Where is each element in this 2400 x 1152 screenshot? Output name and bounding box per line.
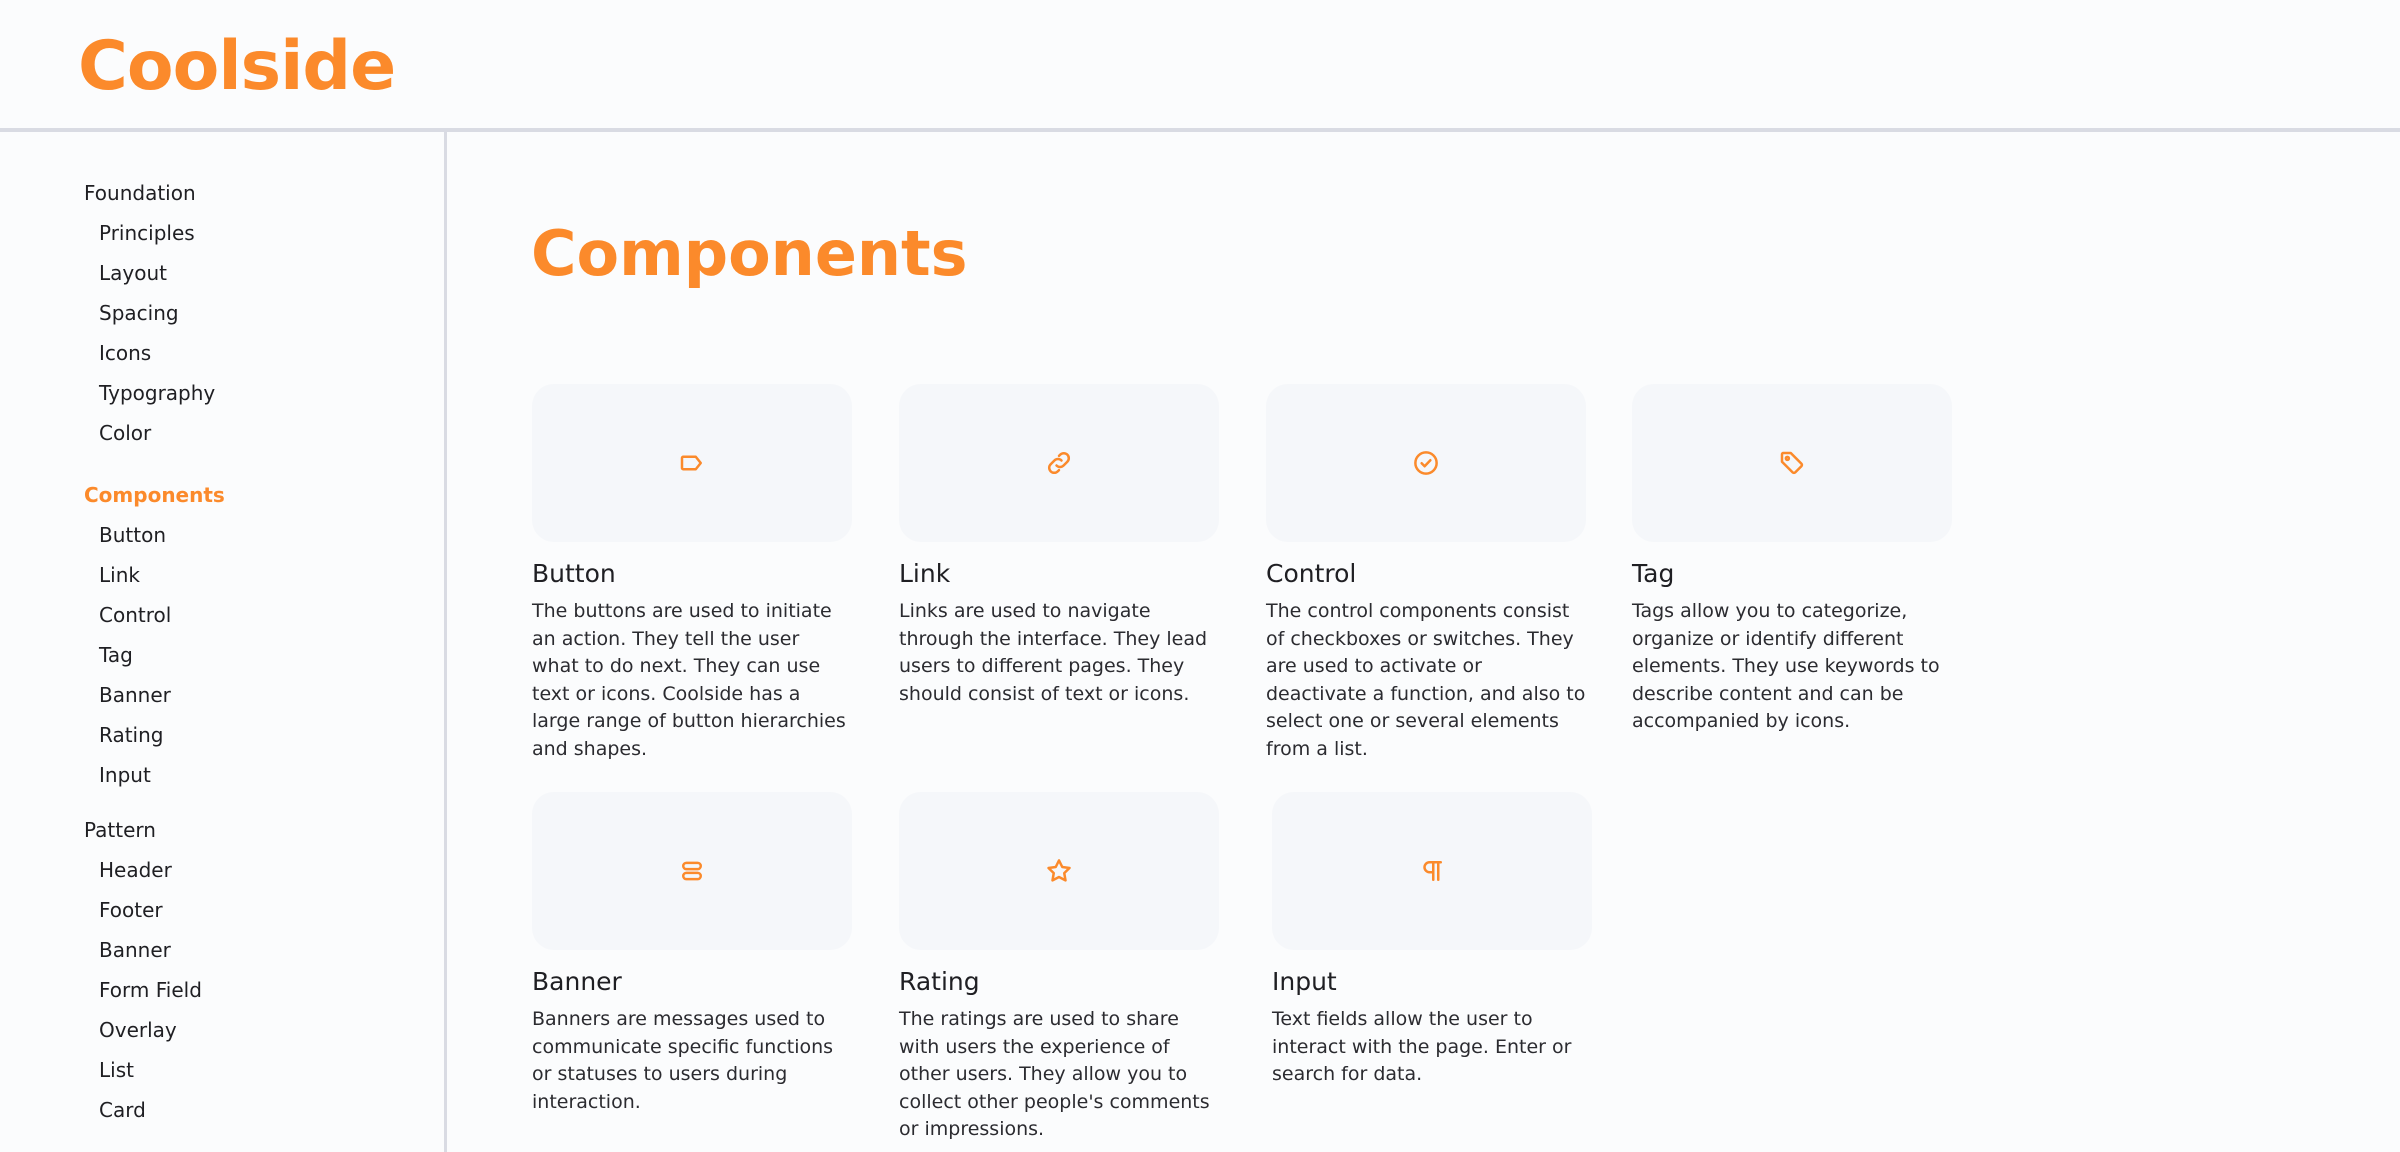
sidebar-nav: Foundation Principles Layout Spacing Ico…: [0, 132, 447, 1152]
component-card-tag[interactable]: Tag Tags allow you to categorize, organi…: [1632, 384, 1952, 736]
sidebar-item-icons[interactable]: Icons: [99, 340, 151, 366]
sidebar-item-banner[interactable]: Banner: [99, 682, 171, 708]
tag-icon: [1780, 451, 1804, 475]
sidebar-item-color[interactable]: Color: [99, 420, 151, 446]
component-card-button[interactable]: Button The buttons are used to initiate …: [532, 384, 852, 763]
sidebar-item-control[interactable]: Control: [99, 602, 171, 628]
card-description: Links are used to navigate through the i…: [899, 600, 1208, 705]
sidebar-group-pattern[interactable]: Pattern: [84, 817, 156, 843]
component-card-rating[interactable]: Rating The ratings are used to share wit…: [899, 792, 1219, 1144]
star-icon: [1047, 859, 1071, 882]
card-description: The control components consist of checkb…: [1266, 600, 1586, 760]
sidebar-item-layout[interactable]: Layout: [99, 260, 167, 286]
card-thumbnail: [532, 792, 852, 950]
card-thumbnail: [899, 792, 1219, 950]
top-header: Coolside: [0, 0, 2400, 132]
card-title: Tag: [1632, 559, 1675, 588]
card-thumbnail: [1266, 384, 1586, 542]
link-icon: [1047, 451, 1071, 475]
sidebar-item-overlay[interactable]: Overlay: [99, 1017, 177, 1043]
sidebar-item-spacing[interactable]: Spacing: [99, 300, 179, 326]
sidebar-item-list[interactable]: List: [99, 1057, 134, 1083]
sidebar-item-link[interactable]: Link: [99, 562, 140, 588]
card-thumbnail: [532, 384, 852, 542]
sidebar-item-principles[interactable]: Principles: [99, 220, 195, 246]
pilcrow-icon: [1423, 861, 1442, 881]
check-circle-icon: [1414, 451, 1438, 475]
card-description: The buttons are used to initiate an acti…: [532, 600, 846, 760]
sidebar-item-pattern-banner[interactable]: Banner: [99, 937, 171, 963]
sidebar-group-components[interactable]: Components: [84, 482, 225, 508]
button-icon: [680, 455, 702, 471]
card-description: Text fields allow the user to interact w…: [1272, 1008, 1572, 1085]
sidebar-item-tag[interactable]: Tag: [99, 642, 133, 668]
card-title: Link: [899, 559, 951, 588]
sidebar-item-header[interactable]: Header: [99, 857, 172, 883]
card-title: Button: [532, 559, 616, 588]
banner-icon: [682, 861, 702, 881]
sidebar-item-footer[interactable]: Footer: [99, 897, 163, 923]
card-description: Tags allow you to categorize, organize o…: [1632, 600, 1940, 732]
card-thumbnail: [899, 384, 1219, 542]
card-title: Rating: [899, 967, 980, 996]
sidebar-item-button[interactable]: Button: [99, 522, 166, 548]
sidebar-item-typography[interactable]: Typography: [99, 380, 215, 406]
sidebar-item-card[interactable]: Card: [99, 1097, 146, 1123]
sidebar-item-form-field[interactable]: Form Field: [99, 977, 202, 1003]
card-thumbnail: [1272, 792, 1592, 950]
component-card-banner[interactable]: Banner Banners are messages used to comm…: [532, 792, 852, 1116]
card-description: Banners are messages used to communicate…: [532, 1008, 834, 1113]
component-card-link[interactable]: Link Links are used to navigate through …: [899, 384, 1219, 708]
sidebar-group-foundation[interactable]: Foundation: [84, 180, 196, 206]
card-thumbnail: [1632, 384, 1952, 542]
card-title: Control: [1266, 559, 1357, 588]
page-title: Components: [531, 217, 968, 290]
sidebar-item-rating[interactable]: Rating: [99, 722, 163, 748]
sidebar-item-input[interactable]: Input: [99, 762, 151, 788]
card-description: The ratings are used to share with users…: [899, 1008, 1210, 1140]
card-title: Banner: [532, 967, 622, 996]
component-card-input[interactable]: Input Text fields allow the user to inte…: [1272, 792, 1592, 1089]
card-title: Input: [1272, 967, 1337, 996]
component-card-control[interactable]: Control The control components consist o…: [1266, 384, 1586, 763]
brand-logo[interactable]: Coolside: [78, 22, 396, 112]
